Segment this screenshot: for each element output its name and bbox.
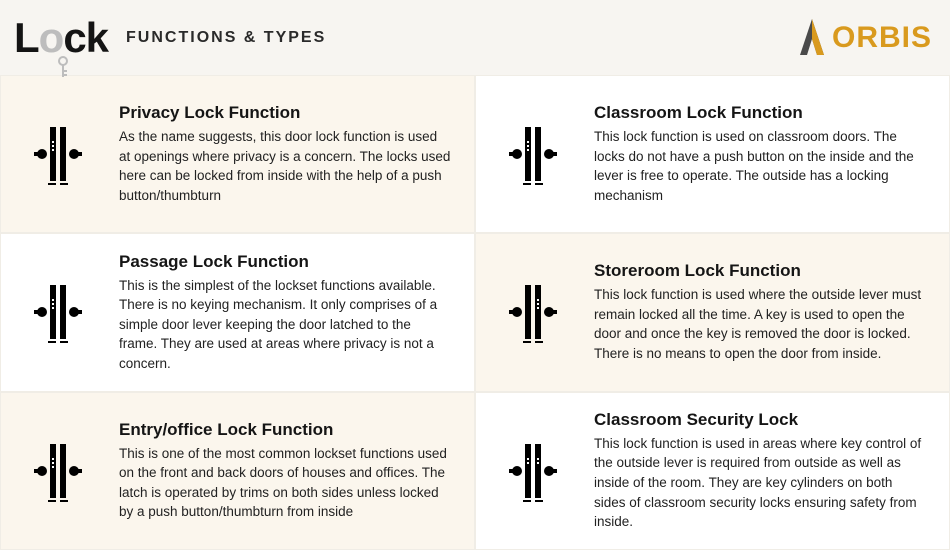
lock-card-content: Privacy Lock Function As the name sugges… bbox=[119, 103, 452, 205]
brand-icon bbox=[792, 17, 832, 59]
key-icon bbox=[56, 56, 70, 83]
lock-card: Classroom Security Lock This lock functi… bbox=[475, 392, 950, 550]
lock-logo-prefix: L bbox=[14, 14, 39, 61]
brand-text: ORBIS bbox=[832, 21, 932, 55]
lock-card-content: Entry/office Lock Function This is one o… bbox=[119, 420, 452, 522]
lock-hardware-icon bbox=[28, 436, 88, 506]
lock-icon-wrap bbox=[13, 436, 103, 506]
page-header: Lock FUNCTIONS & TYPES ORBIS bbox=[0, 0, 950, 75]
lock-icon-wrap bbox=[13, 119, 103, 189]
lock-icon-wrap bbox=[488, 277, 578, 347]
header-left: Lock FUNCTIONS & TYPES bbox=[14, 14, 326, 62]
lock-card-title: Classroom Security Lock bbox=[594, 410, 927, 430]
lock-card-desc: This lock function is used on classroom … bbox=[594, 127, 927, 205]
lock-card: Storeroom Lock Function This lock functi… bbox=[475, 233, 950, 391]
lock-card-content: Storeroom Lock Function This lock functi… bbox=[594, 261, 927, 363]
lock-card-desc: This lock function is used in areas wher… bbox=[594, 434, 927, 532]
lock-hardware-icon bbox=[28, 119, 88, 189]
lock-icon-wrap bbox=[488, 119, 578, 189]
lock-card-desc: This is the simplest of the lockset func… bbox=[119, 276, 452, 374]
lock-hardware-icon bbox=[503, 436, 563, 506]
lock-card: Privacy Lock Function As the name sugges… bbox=[0, 75, 475, 233]
page-subtitle: FUNCTIONS & TYPES bbox=[126, 29, 326, 47]
lock-logo-o: o bbox=[39, 14, 64, 61]
lock-logo: Lock bbox=[14, 14, 108, 62]
lock-card-title: Passage Lock Function bbox=[119, 252, 452, 272]
lock-grid: Privacy Lock Function As the name sugges… bbox=[0, 75, 950, 550]
lock-hardware-icon bbox=[503, 277, 563, 347]
lock-icon-wrap bbox=[13, 277, 103, 347]
lock-card-title: Entry/office Lock Function bbox=[119, 420, 452, 440]
lock-card-content: Classroom Lock Function This lock functi… bbox=[594, 103, 927, 205]
lock-card-desc: This lock function is used where the out… bbox=[594, 285, 927, 363]
lock-card: Classroom Lock Function This lock functi… bbox=[475, 75, 950, 233]
lock-logo-suffix: ck bbox=[63, 14, 108, 61]
brand-logo: ORBIS bbox=[792, 17, 932, 59]
lock-hardware-icon bbox=[28, 277, 88, 347]
lock-card: Entry/office Lock Function This is one o… bbox=[0, 392, 475, 550]
lock-card-title: Privacy Lock Function bbox=[119, 103, 452, 123]
lock-card-content: Classroom Security Lock This lock functi… bbox=[594, 410, 927, 532]
lock-card-title: Storeroom Lock Function bbox=[594, 261, 927, 281]
lock-card: Passage Lock Function This is the simple… bbox=[0, 233, 475, 391]
lock-card-title: Classroom Lock Function bbox=[594, 103, 927, 123]
lock-card-desc: As the name suggests, this door lock fun… bbox=[119, 127, 452, 205]
lock-card-content: Passage Lock Function This is the simple… bbox=[119, 252, 452, 374]
lock-card-desc: This is one of the most common lockset f… bbox=[119, 444, 452, 522]
lock-hardware-icon bbox=[503, 119, 563, 189]
lock-icon-wrap bbox=[488, 436, 578, 506]
